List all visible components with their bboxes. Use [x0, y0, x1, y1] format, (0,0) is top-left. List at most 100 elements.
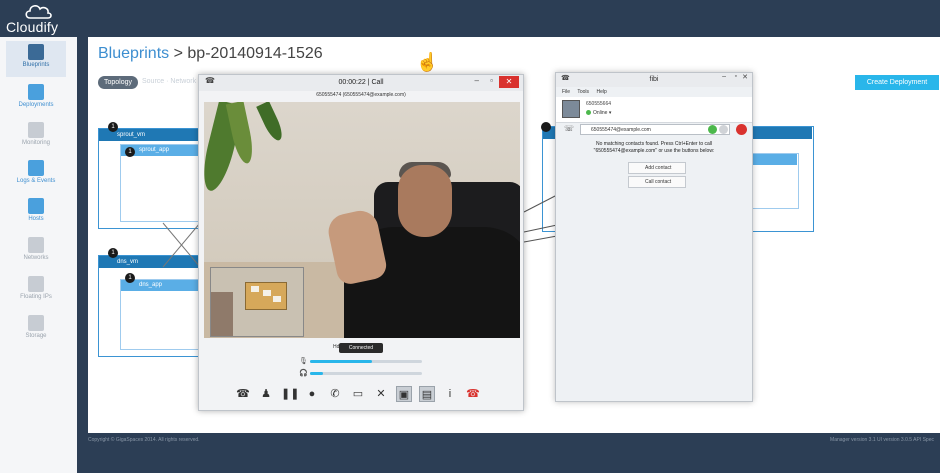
node-badge: 1: [108, 122, 118, 132]
sidebar: Blueprints Deployments Monitoring Logs &…: [0, 37, 77, 473]
app-icon: ☎: [205, 76, 215, 85]
menu-file[interactable]: File: [562, 89, 570, 95]
monitoring-icon: [28, 122, 44, 138]
sidebar-item-monitoring[interactable]: Monitoring: [6, 119, 66, 155]
deployments-icon: [28, 84, 44, 100]
menu-bar: File Tools Help: [562, 89, 613, 95]
person-icon[interactable]: ♟: [258, 386, 274, 402]
create-deployment-button[interactable]: Create Deployment: [855, 75, 939, 90]
info-icon[interactable]: i: [442, 386, 458, 402]
blueprints-icon: [28, 44, 44, 60]
video-icon[interactable]: ▣: [396, 386, 412, 402]
node-badge: 1: [125, 273, 135, 283]
speaker-icon: 🎧: [299, 370, 308, 377]
menu-tools[interactable]: Tools: [577, 89, 589, 95]
logs-icon: [28, 160, 44, 176]
call-contact-label: Call contact: [645, 179, 672, 185]
call-icon[interactable]: [708, 125, 717, 134]
speaker-level-fill: [310, 372, 324, 375]
sidebar-item-label: Logs & Events: [16, 178, 56, 184]
footer-versions: Manager version 3.1 UI version 3.0.5 API…: [830, 437, 934, 443]
message-line: No matching contacts found. Press Ctrl+E…: [595, 141, 713, 147]
minimize-button[interactable]: ‒: [475, 76, 479, 85]
top-bar: Cloudify: [0, 0, 940, 37]
user-panel: 650555664 Online ▾: [556, 97, 752, 123]
breadcrumb-root[interactable]: Blueprints: [98, 45, 169, 62]
breadcrumb: Blueprints > bp-20140914-1526: [98, 45, 323, 63]
call-contact-button[interactable]: Call contact: [628, 176, 686, 188]
sidebar-item-blueprints[interactable]: Blueprints: [6, 41, 66, 77]
sidebar-item-label: Storage: [25, 333, 47, 339]
speaker-level-bar[interactable]: [310, 372, 422, 375]
call-address: 650555474 (650555474@example.com): [316, 92, 406, 98]
tab-other[interactable]: Source · Network: [142, 78, 196, 85]
online-icon: [586, 110, 591, 116]
local-video-preview[interactable]: [210, 267, 304, 337]
maximize-button[interactable]: ▫: [490, 76, 493, 85]
breadcrumb-current: > bp-20140914-1526: [173, 45, 323, 62]
hosts-icon: [28, 198, 44, 214]
transfer-icon[interactable]: ☎: [235, 386, 251, 402]
footer-copyright: Copyright © GigaSpaces 2014. All rights …: [88, 437, 200, 443]
add-contact-button[interactable]: Add contact: [628, 162, 686, 174]
sidebar-item-label: Floating IPs: [20, 294, 52, 300]
connection-status-badge: Connected: [339, 343, 383, 353]
close-button[interactable]: ✕: [742, 73, 748, 81]
clear-icon[interactable]: [719, 125, 728, 134]
cloudify-logo[interactable]: Cloudify: [6, 2, 68, 36]
floating-ips-icon: [28, 276, 44, 292]
microphone-icon: 🎙: [299, 358, 308, 365]
hangup-icon[interactable]: ☎: [465, 386, 481, 402]
hangup-icon[interactable]: [736, 124, 747, 135]
topology-node-dns-vm[interactable]: dns_vm dns_app: [98, 255, 202, 357]
record-icon[interactable]: ●: [304, 386, 320, 402]
call-toolbar: ☎ ♟ ❚❚ ● ✆ ▭ ✕ ▣ ▤ i ☎: [235, 386, 491, 404]
menu-help[interactable]: Help: [596, 89, 606, 95]
sidebar-item-logs-events[interactable]: Logs & Events: [6, 157, 66, 193]
contacts-window[interactable]: fibi ☎ ‒ ▫ ✕ File Tools Help 650555664 O…: [555, 72, 753, 402]
node-badge: [541, 122, 551, 132]
phone-add-icon[interactable]: ✆: [327, 386, 343, 402]
user-name: 650555664: [586, 101, 612, 107]
node-badge: 1: [108, 248, 118, 258]
sidebar-item-hosts[interactable]: Hosts: [6, 195, 66, 231]
remote-video: [204, 102, 520, 338]
avatar[interactable]: [562, 100, 580, 118]
microphone-level-bar[interactable]: [310, 360, 422, 363]
no-match-message: No matching contacts found. Press Ctrl+E…: [556, 141, 752, 155]
message-line: "650555474@example.com" or use the butto…: [593, 148, 715, 154]
sidebar-item-storage[interactable]: Storage: [6, 312, 66, 348]
sidebar-item-label: Deployments: [18, 102, 54, 108]
microphone-level-fill: [310, 360, 372, 363]
tab-topology[interactable]: Topology: [98, 76, 139, 89]
sidebar-item-floating-ips[interactable]: Floating IPs: [6, 273, 66, 309]
add-contact-label: Add contact: [645, 165, 672, 171]
app-icon: ☎: [561, 75, 570, 82]
networks-icon: [28, 237, 44, 253]
node-badge: 1: [125, 147, 135, 157]
screen-icon[interactable]: ▭: [350, 386, 366, 402]
hand-cursor-icon: ☝: [416, 52, 439, 72]
dialpad-icon[interactable]: ☏: [564, 124, 574, 133]
picture-icon[interactable]: ▤: [419, 386, 435, 402]
pause-icon[interactable]: ❚❚: [281, 386, 299, 402]
sidebar-item-label: Blueprints: [22, 62, 50, 68]
cloud-icon: [25, 5, 52, 19]
user-status[interactable]: Online ▾: [586, 110, 611, 116]
minimize-button[interactable]: ‒: [722, 73, 726, 80]
disconnect-icon[interactable]: ✕: [373, 386, 389, 402]
logo-text: Cloudify: [6, 19, 59, 35]
sidebar-item-label: Hosts: [28, 216, 44, 222]
footer: Copyright © GigaSpaces 2014. All rights …: [88, 433, 940, 473]
sidebar-item-label: Monitoring: [21, 140, 50, 146]
maximize-button[interactable]: ▫: [735, 73, 737, 80]
close-button[interactable]: ✕: [499, 76, 519, 88]
call-window[interactable]: 00:00:22 | Call ☎ ‒ ▫ ✕ 650555474 (65055…: [198, 74, 524, 411]
topology-node-sprout-vm[interactable]: sprout_vm sprout_app: [98, 128, 202, 229]
user-status-label: Online: [593, 110, 608, 116]
sidebar-item-networks[interactable]: Networks: [6, 234, 66, 270]
sidebar-item-label: Networks: [23, 255, 49, 261]
sidebar-item-deployments[interactable]: Deployments: [6, 81, 66, 117]
topology-node-dns-app[interactable]: dns_app: [120, 279, 200, 350]
storage-icon: [28, 315, 44, 331]
